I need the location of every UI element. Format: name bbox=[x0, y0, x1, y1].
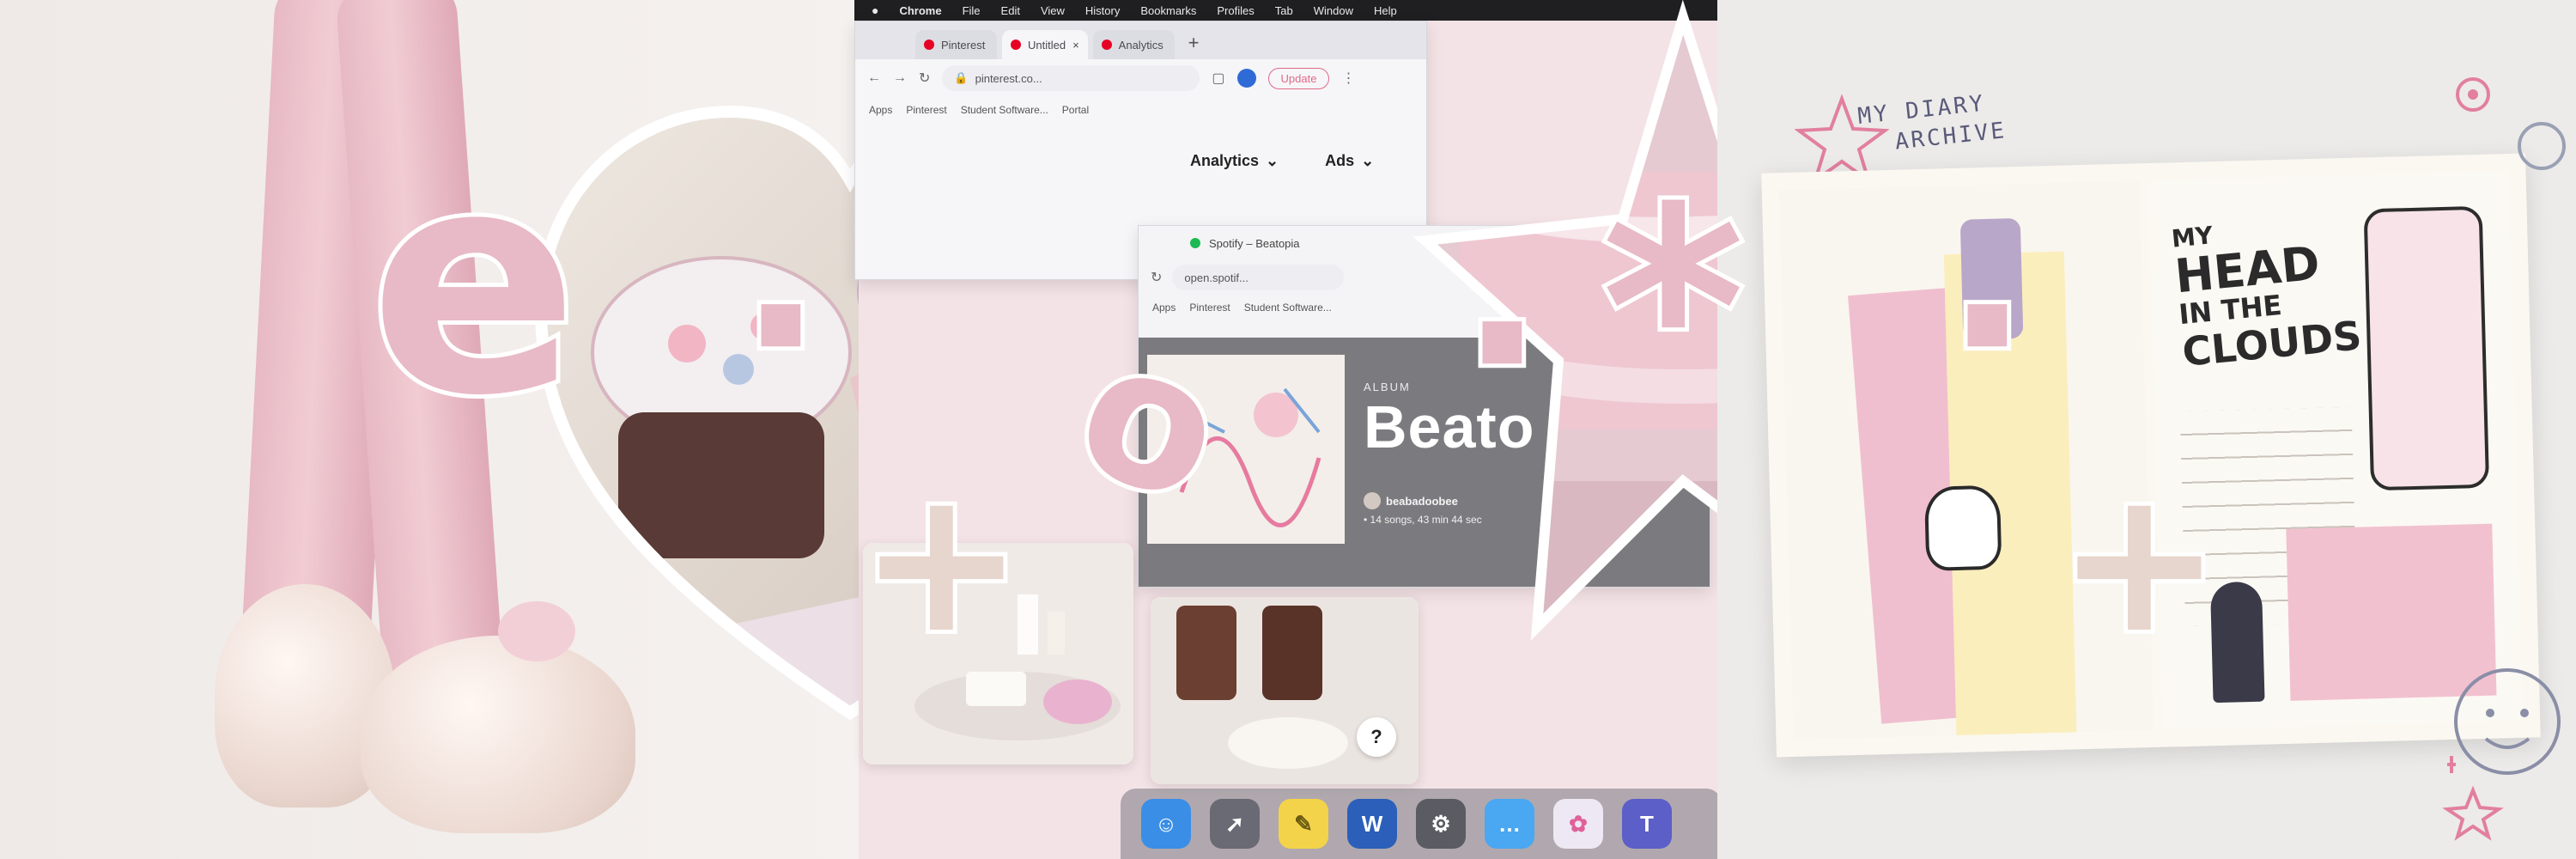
tab-label: Pinterest bbox=[941, 38, 986, 52]
pinterest-favicon-icon bbox=[924, 40, 934, 50]
address-bar[interactable]: open.spotif... bbox=[1172, 265, 1345, 290]
help-button[interactable]: ? bbox=[1357, 717, 1396, 757]
address-text: pinterest.co... bbox=[975, 71, 1042, 85]
album-type-label: ALBUM bbox=[1364, 381, 1411, 393]
kuromi-sticker-icon bbox=[1923, 484, 2002, 571]
menu-file[interactable]: File bbox=[963, 4, 981, 17]
messages-icon[interactable]: … bbox=[1485, 799, 1534, 849]
pinterest-favicon-icon bbox=[1011, 40, 1021, 50]
nav-ads[interactable]: Ads ⌄ bbox=[1325, 152, 1374, 170]
tab-label: Spotify – Beatopia bbox=[1209, 236, 1300, 250]
menu-app-name[interactable]: Chrome bbox=[899, 4, 941, 17]
overlay-asterisk: * bbox=[1597, 149, 1749, 469]
menu-view[interactable]: View bbox=[1041, 4, 1065, 17]
menu-edit[interactable]: Edit bbox=[1001, 4, 1020, 17]
menu-help[interactable]: Help bbox=[1374, 4, 1397, 17]
bookmark-portal[interactable]: Portal bbox=[1062, 104, 1089, 116]
overlay-dot-3: · bbox=[1941, 197, 2034, 456]
overlay-dot-2: · bbox=[1455, 214, 1549, 473]
pinterest-nav: Analytics ⌄ Ads ⌄ bbox=[1190, 152, 1374, 170]
overlay-plus-1: + bbox=[854, 448, 1029, 677]
reload-icon[interactable]: ↻ bbox=[1151, 269, 1162, 286]
pinterest-favicon-icon bbox=[1101, 40, 1112, 50]
update-button[interactable]: Update bbox=[1267, 67, 1330, 89]
bookmark-student-software[interactable]: Student Software... bbox=[1244, 302, 1332, 314]
stickies-icon[interactable]: ✎ bbox=[1279, 799, 1328, 849]
more-menu-icon[interactable]: ⋮ bbox=[1341, 70, 1355, 87]
bookmark-student-software[interactable]: Student Software... bbox=[961, 104, 1048, 116]
new-tab-button[interactable]: + bbox=[1180, 32, 1208, 59]
menu-bookmarks[interactable]: Bookmarks bbox=[1140, 4, 1196, 17]
apple-icon[interactable]: ● bbox=[872, 3, 878, 17]
teams-icon[interactable]: T bbox=[1622, 799, 1672, 849]
finder-icon[interactable]: ☺ bbox=[1141, 799, 1191, 849]
bookmark-apps[interactable]: Apps bbox=[869, 104, 892, 116]
word-icon[interactable]: W bbox=[1347, 799, 1397, 849]
profile-avatar[interactable] bbox=[1236, 69, 1256, 88]
extensions-icon[interactable]: ▢ bbox=[1212, 70, 1224, 87]
head-in-clouds-title: MY HEAD IN THE CLOUDS bbox=[2170, 204, 2363, 375]
bookmarks-bar: Apps Pinterest Student Software... Porta… bbox=[855, 97, 1426, 123]
overlay-letter-e: e bbox=[365, 103, 583, 463]
overlay-plus-2: + bbox=[2052, 448, 2227, 677]
artist-avatar[interactable] bbox=[1364, 492, 1381, 509]
right-journal-panel: MY DIARY ARCHIVE MY HEAD IN THE CLOUDS bbox=[1717, 0, 2576, 859]
bookmark-pinterest[interactable]: Pinterest bbox=[1189, 302, 1230, 314]
photos-icon[interactable]: ✿ bbox=[1553, 799, 1603, 849]
iced-coffee-photo[interactable]: ? bbox=[1151, 597, 1419, 784]
tab-analytics[interactable]: Analytics bbox=[1092, 30, 1175, 59]
spotify-favicon-icon bbox=[1190, 238, 1200, 248]
bookmark-pinterest[interactable]: Pinterest bbox=[906, 104, 946, 116]
tab-label: Untitled bbox=[1028, 38, 1066, 52]
address-bar[interactable]: 🔒 pinterest.co... bbox=[942, 65, 1200, 91]
tab-label: Analytics bbox=[1118, 38, 1163, 52]
tab-active[interactable]: Untitled × bbox=[1002, 30, 1088, 59]
menu-window[interactable]: Window bbox=[1314, 4, 1353, 17]
menu-tab[interactable]: Tab bbox=[1275, 4, 1293, 17]
launchpad-icon[interactable]: ➚ bbox=[1210, 799, 1260, 849]
flower-doodle-icon bbox=[2456, 77, 2566, 170]
menu-history[interactable]: History bbox=[1085, 4, 1120, 17]
smiley-doodle-icon bbox=[2442, 668, 2561, 841]
overlay-dot-1: · bbox=[734, 197, 828, 456]
tab-strip: Pinterest Untitled × Analytics + bbox=[855, 21, 1426, 59]
system-preferences-icon[interactable]: ⚙ bbox=[1416, 799, 1466, 849]
nav-analytics[interactable]: Analytics ⌄ bbox=[1190, 152, 1279, 170]
chevron-down-icon: ⌄ bbox=[1266, 152, 1279, 169]
close-icon[interactable]: × bbox=[1072, 39, 1079, 52]
back-icon[interactable]: ← bbox=[867, 70, 881, 86]
mac-dock: ☺ ➚ ✎ W ⚙ … ✿ T bbox=[1121, 789, 1722, 859]
toolbar: ← → ↻ 🔒 pinterest.co... ▢ Update ⋮ bbox=[855, 59, 1426, 97]
tab-pinterest[interactable]: Pinterest bbox=[915, 30, 997, 59]
forward-icon[interactable]: → bbox=[893, 70, 907, 86]
lock-icon: 🔒 bbox=[954, 71, 969, 84]
chevron-down-icon: ⌄ bbox=[1361, 152, 1375, 169]
menu-profiles[interactable]: Profiles bbox=[1217, 4, 1254, 17]
address-text: open.spotif... bbox=[1184, 271, 1249, 284]
flip-phone-drawing bbox=[2363, 205, 2490, 491]
reload-icon[interactable]: ↻ bbox=[919, 70, 930, 87]
